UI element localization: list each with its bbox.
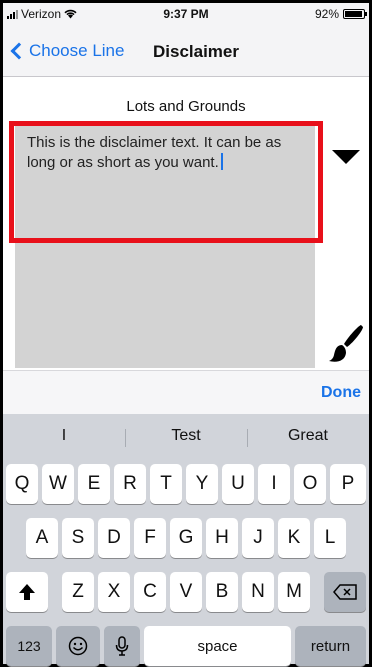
page-title: Disclaimer — [153, 42, 239, 61]
done-button[interactable]: Done — [321, 384, 361, 402]
key-n[interactable]: N — [242, 572, 274, 612]
key-o[interactable]: O — [294, 464, 326, 504]
space-key[interactable]: space — [144, 626, 291, 666]
key-h[interactable]: H — [206, 518, 238, 558]
numbers-key[interactable]: 123 — [6, 626, 52, 666]
key-t[interactable]: T — [150, 464, 182, 504]
section-title: Lots and Grounds — [126, 98, 246, 115]
key-v[interactable]: V — [170, 572, 202, 612]
phone-screen: Verizon 9:37 PM 92% Choose Line Disclaim… — [0, 0, 372, 667]
key-j[interactable]: J — [242, 518, 274, 558]
key-g[interactable]: G — [170, 518, 202, 558]
emoji-key[interactable] — [56, 626, 100, 666]
key-r[interactable]: R — [114, 464, 146, 504]
key-row-3: Z X C V B N M — [3, 572, 369, 612]
return-key[interactable]: return — [295, 626, 366, 666]
battery-icon — [343, 9, 367, 19]
delete-key[interactable] — [324, 572, 366, 612]
key-y[interactable]: Y — [186, 464, 218, 504]
battery-percent: 92% — [314, 7, 339, 21]
key-m[interactable]: M — [278, 572, 310, 612]
battery-group: 92% — [314, 7, 367, 21]
shift-key[interactable] — [6, 572, 48, 612]
key-i[interactable]: I — [258, 464, 290, 504]
key-row-2: A S D F G H J K L — [3, 518, 369, 558]
highlight-box — [9, 121, 323, 243]
paintbrush-icon[interactable] — [328, 323, 364, 363]
key-z[interactable]: Z — [62, 572, 94, 612]
navigation-bar: Choose Line Disclaimer — [3, 25, 369, 77]
shift-icon — [19, 584, 35, 600]
key-b[interactable]: B — [206, 572, 238, 612]
suggestion-item[interactable]: I — [3, 427, 125, 445]
disclaimer-content: Lots and Grounds This is the disclaimer … — [3, 78, 369, 370]
key-q[interactable]: Q — [6, 464, 38, 504]
microphone-icon — [115, 636, 129, 656]
key-s[interactable]: S — [62, 518, 94, 558]
key-a[interactable]: A — [26, 518, 58, 558]
status-bar: Verizon 9:37 PM 92% — [3, 3, 369, 25]
key-c[interactable]: C — [134, 572, 166, 612]
key-e[interactable]: E — [78, 464, 110, 504]
key-row-4: 123 space return — [3, 626, 369, 666]
keyboard: I Test Great Q W E R T Y U I O P A S D F… — [3, 414, 369, 666]
key-f[interactable]: F — [134, 518, 166, 558]
suggestion-item[interactable]: Great — [247, 427, 369, 447]
suggestion-item[interactable]: Test — [125, 427, 247, 447]
emoji-icon — [68, 636, 88, 656]
key-x[interactable]: X — [98, 572, 130, 612]
back-button[interactable]: Choose Line — [9, 41, 124, 61]
back-button-label: Choose Line — [29, 41, 125, 60]
dropdown-arrow-icon[interactable] — [332, 150, 360, 164]
dictation-key[interactable] — [104, 626, 140, 666]
key-p[interactable]: P — [330, 464, 366, 504]
key-w[interactable]: W — [42, 464, 74, 504]
key-l[interactable]: L — [314, 518, 346, 558]
chevron-left-icon — [10, 42, 28, 60]
key-row-1: Q W E R T Y U I O P — [3, 464, 369, 504]
keyboard-accessory-bar: Done — [3, 370, 369, 414]
suggestion-bar: I Test Great — [3, 414, 369, 458]
key-k[interactable]: K — [278, 518, 310, 558]
key-d[interactable]: D — [98, 518, 130, 558]
backspace-icon — [333, 584, 357, 600]
key-u[interactable]: U — [222, 464, 254, 504]
